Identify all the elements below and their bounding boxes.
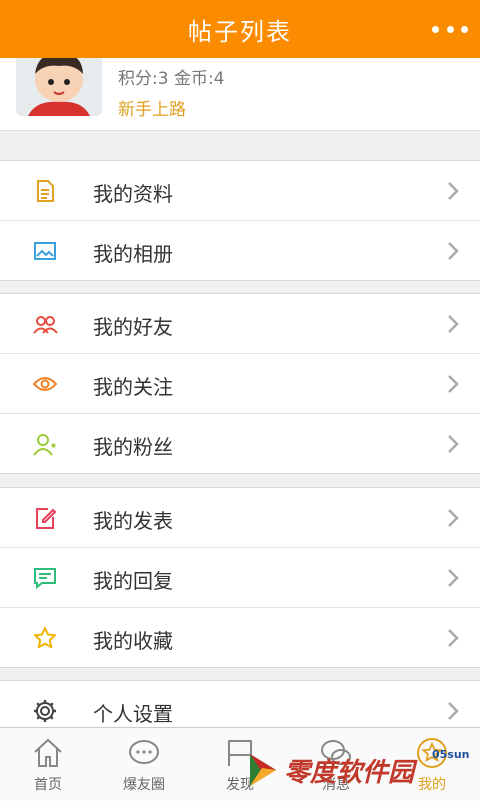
watermark-logo-icon [250,754,276,786]
chevron-right-icon [448,702,459,720]
tab-circle[interactable]: 爆友圈 [96,728,192,801]
watermark-small-text: 05sun [432,748,470,761]
chevron-right-icon [448,509,459,527]
rank-label: 新手上路 [118,100,186,120]
add-user-icon [33,434,56,456]
avatar[interactable] [16,58,102,116]
document-icon [37,180,54,202]
menu-item-my-favorites[interactable]: 我的收藏 [0,608,480,667]
chevron-right-icon [448,375,459,393]
menu-item-label: 我的资料 [93,182,173,206]
edit-icon [36,508,57,529]
star-icon [34,627,56,649]
menu-item-my-friends[interactable]: 我的好友 [0,294,480,354]
menu-group-profile: 我的资料 我的相册 [0,160,480,281]
chevron-right-icon [448,569,459,587]
eye-icon [32,377,58,391]
menu-item-label: 我的相册 [93,242,173,266]
menu-item-my-follows[interactable]: 我的关注 [0,354,480,414]
menu-item-my-profile[interactable]: 我的资料 [0,161,480,221]
home-icon [34,738,62,767]
menu-item-label: 个人设置 [93,702,173,726]
profile-card[interactable]: 积分:3 金币:4 新手上路 [0,58,480,131]
watermark: 零度软件园 05sun [240,748,472,796]
more-dots-icon[interactable] [432,16,468,42]
image-icon [34,242,56,260]
menu-item-label: 我的粉丝 [93,435,173,459]
watermark-text: 零度软件园 [284,758,415,788]
tab-label: 首页 [34,777,62,793]
gear-icon [34,700,56,722]
tab-label: 爆友圈 [123,777,165,793]
tab-home[interactable]: 首页 [0,728,96,801]
chevron-right-icon [448,315,459,333]
reply-icon [34,568,56,590]
menu-item-my-replies[interactable]: 我的回复 [0,548,480,608]
menu-group-social: 我的好友 我的关注 我的粉丝 [0,293,480,474]
menu-group-posts: 我的发表 我的回复 我的收藏 [0,487,480,668]
friends-icon [33,316,58,334]
chat-bubble-icon [129,740,159,764]
chevron-right-icon [448,182,459,200]
score-text: 积分:3 金币:4 [118,69,225,89]
chevron-right-icon [448,435,459,453]
chevron-right-icon [448,629,459,647]
menu-item-label: 我的发表 [93,509,173,533]
page-title: 帖子列表 [188,17,292,46]
menu-item-my-fans[interactable]: 我的粉丝 [0,414,480,473]
menu-item-my-posts[interactable]: 我的发表 [0,488,480,548]
menu-item-label: 我的关注 [93,375,173,399]
menu-item-label: 我的好友 [93,315,173,339]
chevron-right-icon [448,242,459,260]
menu-item-label: 我的收藏 [93,629,173,653]
menu-item-my-album[interactable]: 我的相册 [0,221,480,280]
header-bar: 帖子列表 [0,0,480,58]
menu-item-label: 我的回复 [93,569,173,593]
